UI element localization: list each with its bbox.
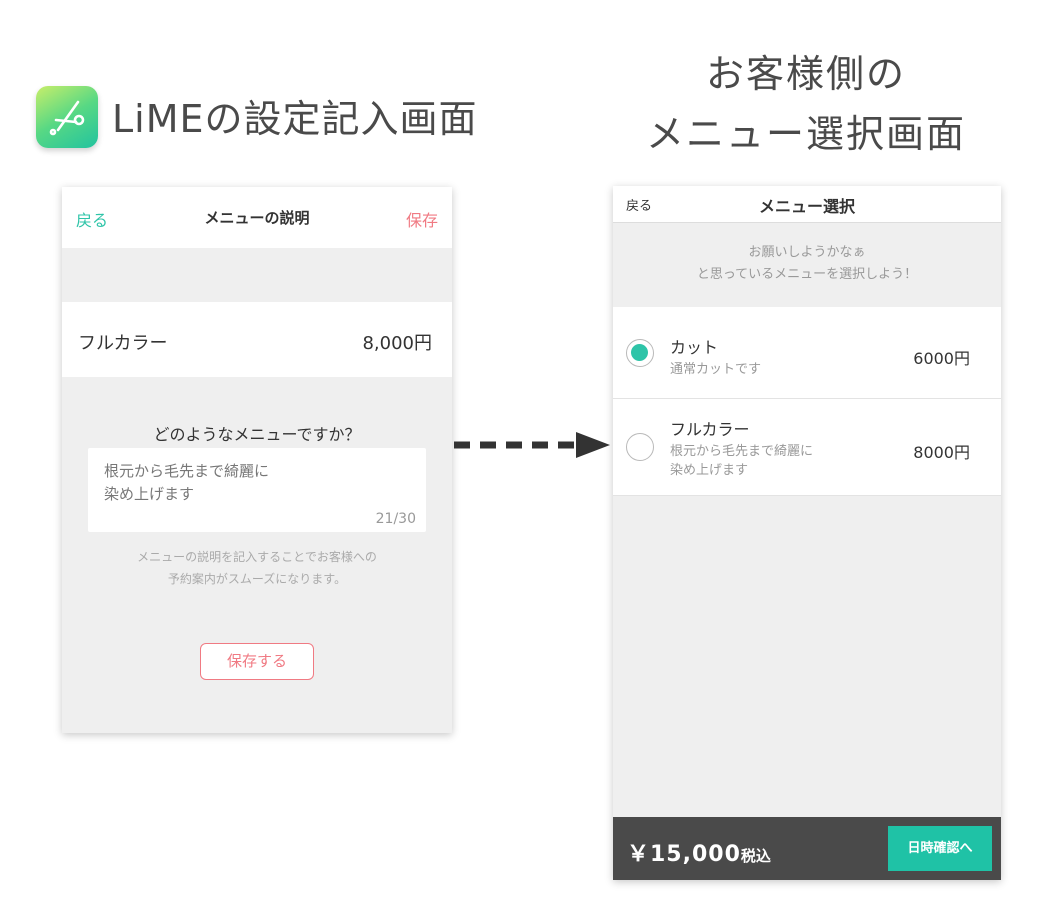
help-note: メニューの説明を記入することでお客様への 予約案内がスムーズになります。: [62, 546, 452, 590]
menu-row: フルカラー 8,000円: [62, 302, 452, 377]
arrow-right-icon: [454, 432, 610, 458]
right-heading: お客様側の メニュー選択画面: [612, 44, 1000, 164]
nav-bar: 戻る メニュー選択: [613, 186, 1001, 223]
app-icon: [36, 86, 98, 148]
help-note-line2: 予約案内がスムーズになります。: [167, 572, 347, 586]
menu-price: 8,000円: [362, 333, 432, 354]
save-button[interactable]: 保存する: [200, 643, 314, 680]
scissors-icon: [49, 100, 85, 136]
menu-item-name: フルカラー: [670, 420, 750, 439]
description-text: 根元から毛先まで綺麗に 染め上げます: [104, 462, 270, 503]
footer-bar: ￥15,000税込 日時確認へ: [613, 817, 1001, 880]
right-heading-line2: メニュー選択画面: [645, 112, 966, 156]
menu-select-screen: 戻る メニュー選択 お願いしようかなぁ と思っているメニューを選択しよう！ カッ…: [613, 186, 1001, 880]
help-note-line1: メニューの説明を記入することでお客様への: [137, 550, 377, 564]
prompt-line1: お願いしようかなぁ: [748, 245, 866, 260]
select-prompt: お願いしようかなぁ と思っているメニューを選択しよう！: [613, 242, 1001, 286]
menu-item-desc-line1: 通常カットです: [670, 362, 762, 377]
prompt-line2: と思っているメニューを選択しよう！: [696, 267, 918, 282]
menu-item-desc: 根元から毛先まで綺麗に 染め上げます: [670, 442, 870, 480]
menu-item-desc: 通常カットです: [670, 360, 870, 379]
menu-item-desc-line1: 根元から毛先まで綺麗に: [670, 444, 814, 459]
save-link[interactable]: 保存: [406, 207, 438, 231]
menu-item-name: カット: [670, 338, 719, 357]
menu-item-cut[interactable]: カット 通常カットです 6000円: [613, 307, 1001, 399]
confirm-datetime-button[interactable]: 日時確認へ: [888, 826, 992, 871]
menu-item-desc-line2: 染め上げます: [670, 463, 749, 478]
menu-item-price: 6000円: [913, 349, 970, 368]
settings-screen: 戻る メニューの説明 保存 フルカラー 8,000円 どのようなメニューですか？…: [62, 187, 452, 733]
total-tax-label: 税込: [740, 847, 771, 865]
total-price: ￥15,000税込: [627, 836, 771, 868]
total-amount: ￥15,000: [627, 842, 741, 867]
left-heading: LiMEの設定記入画面: [112, 97, 478, 141]
screen-title: メニュー選択: [758, 197, 855, 216]
menu-name: フルカラー: [78, 333, 168, 354]
nav-bar: 戻る メニューの説明 保存: [62, 187, 452, 248]
description-textarea[interactable]: 根元から毛先まで綺麗に 染め上げます 21/30: [88, 448, 426, 532]
menu-item-fullcolor[interactable]: フルカラー 根元から毛先まで綺麗に 染め上げます 8000円: [613, 399, 1001, 496]
screen-title: メニューの説明: [204, 209, 310, 227]
question-label: どのようなメニューですか？: [153, 425, 361, 444]
char-count: 21/30: [375, 511, 416, 527]
menu-item-price: 8000円: [913, 443, 970, 462]
radio-unselected[interactable]: [626, 433, 654, 461]
radio-selected[interactable]: [626, 339, 654, 367]
right-heading-line1: お客様側の: [705, 52, 906, 96]
